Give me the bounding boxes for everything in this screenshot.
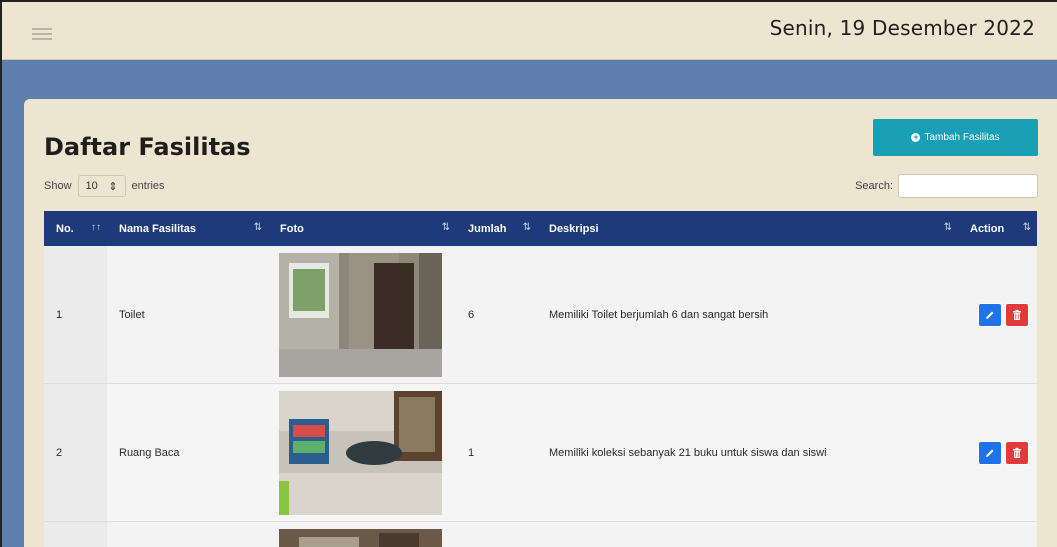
column-header-nama[interactable]: Nama Fasilitas ⇅ (107, 211, 268, 246)
column-header-jumlah[interactable]: Jumlah ⇅ (456, 211, 537, 246)
cell-deskripsi: Memiliki koleksi sebanyak 21 buku untuk … (549, 446, 827, 459)
plus-circle-icon: + (911, 132, 921, 142)
select-arrows-icon: ⇕ (108, 180, 118, 193)
edit-button[interactable] (978, 440, 1002, 465)
facility-photo (279, 390, 442, 515)
search-label: Search: (855, 180, 893, 192)
sort-asc-icon: ↑↑ (91, 222, 101, 233)
table-row: 2 Ruang Baca 1 Memiliki koleksi sebanyak… (44, 384, 1037, 522)
cell-nama: Ruang Baca (119, 446, 180, 459)
column-header-foto[interactable]: Foto ⇅ (268, 211, 456, 246)
add-facility-button[interactable]: + Tambah Fasilitas (873, 119, 1038, 156)
edit-button[interactable] (978, 302, 1002, 327)
table-row-partial (44, 522, 1037, 547)
add-facility-label: Tambah Fasilitas (924, 132, 1000, 143)
cell-action (958, 246, 1037, 383)
entries-value: 10 (85, 180, 98, 192)
pencil-icon (986, 449, 994, 457)
entries-label: entries (131, 180, 165, 192)
cell-jumlah: 1 (468, 446, 475, 459)
current-date: Senin, 19 Desember 2022 (769, 16, 1035, 40)
sort-icon: ⇅ (1022, 222, 1031, 233)
facility-photo (279, 529, 442, 547)
sort-icon: ⇅ (441, 222, 450, 233)
content-card: Daftar Fasilitas + Tambah Fasilitas Show… (24, 99, 1057, 547)
cell-no: 2 (44, 384, 107, 521)
facility-table: No. ↑↑ Nama Fasilitas ⇅ Foto ⇅ Jumlah ⇅ Desk… (44, 211, 1037, 547)
cell-foto (268, 246, 456, 383)
cell-no: 1 (44, 246, 107, 383)
cell-no (44, 522, 107, 547)
cell-jumlah: 6 (468, 308, 475, 321)
delete-button[interactable] (1005, 440, 1029, 465)
sort-icon: ⇅ (253, 222, 262, 233)
cell-foto (268, 522, 456, 547)
sort-icon: ⇅ (522, 222, 531, 233)
trash-icon (1013, 447, 1021, 458)
cell-nama (107, 522, 268, 547)
entries-control: Show 10 ⇕ entries (44, 175, 165, 197)
entries-select[interactable]: 10 ⇕ (77, 175, 126, 197)
search-input[interactable] (898, 174, 1038, 198)
hamburger-icon[interactable] (32, 28, 52, 42)
table-row: 1 Toilet 6 Memiliki Toilet berjumlah 6 d… (44, 246, 1037, 384)
top-bar: Senin, 19 Desember 2022 (2, 2, 1057, 60)
row-actions (970, 440, 1037, 465)
sort-icon: ⇅ (943, 222, 952, 233)
column-header-deskripsi[interactable]: Deskripsi ⇅ (537, 211, 958, 246)
trash-icon (1013, 309, 1021, 320)
cell-deskripsi: Memiliki Toilet berjumlah 6 dan sangat b… (549, 308, 769, 321)
cell-foto (268, 384, 456, 521)
cell-nama: Toilet (119, 308, 145, 321)
row-actions (970, 302, 1037, 327)
column-header-action[interactable]: Action ⇅ (958, 211, 1037, 246)
page-title: Daftar Fasilitas (44, 133, 251, 161)
delete-button[interactable] (1005, 302, 1029, 327)
search-control: Search: (855, 174, 1038, 198)
show-label: Show (44, 180, 72, 192)
table-header: No. ↑↑ Nama Fasilitas ⇅ Foto ⇅ Jumlah ⇅ Desk… (44, 211, 1037, 246)
column-header-no[interactable]: No. ↑↑ (44, 211, 107, 246)
facility-photo (279, 252, 442, 377)
cell-action (958, 384, 1037, 521)
app-frame: Senin, 19 Desember 2022 Daftar Fasilitas… (0, 0, 1057, 547)
pencil-icon (986, 311, 994, 319)
